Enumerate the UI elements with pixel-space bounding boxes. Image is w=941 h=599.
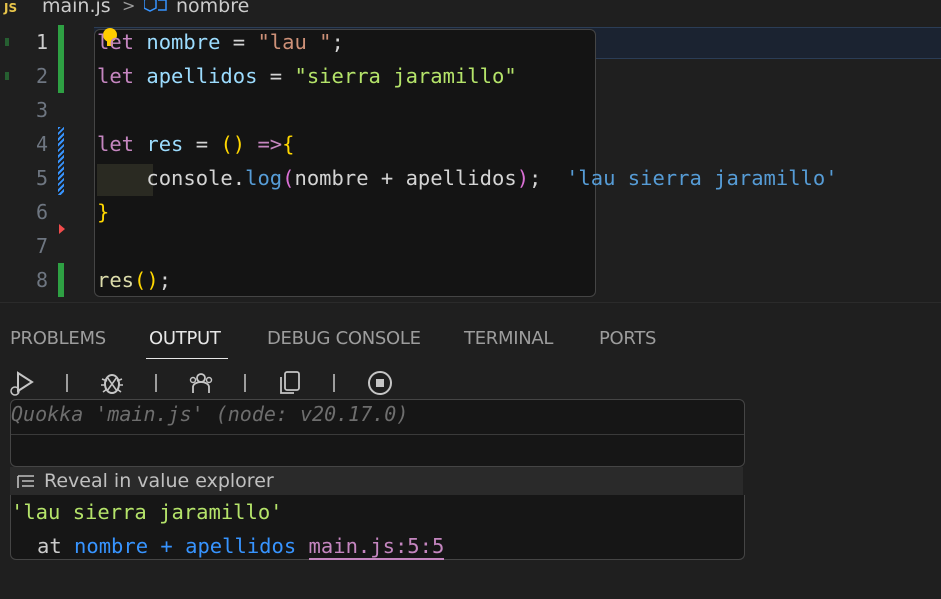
gutter-modified-marker — [58, 25, 64, 59]
tab-debug-console[interactable]: DEBUG CONSOLE — [267, 328, 421, 349]
line-number: 1 — [35, 30, 48, 54]
toolbar-separator — [244, 374, 246, 392]
gutter-modified-marker — [58, 59, 64, 93]
line-number: 4 — [35, 132, 48, 156]
code-editor[interactable]: 1 let nombre = "lau "; 2 let apellidos =… — [0, 22, 941, 302]
line-number: 6 — [35, 200, 48, 224]
gutter-modified-marker — [58, 263, 64, 297]
symbol-variable-icon — [144, 0, 167, 12]
breadcrumb-symbol[interactable]: nombre — [176, 0, 249, 17]
code-text: } — [97, 200, 110, 224]
reveal-label: Reveal in value explorer — [44, 470, 274, 492]
people-icon[interactable] — [187, 369, 215, 397]
run-debug-icon[interactable] — [8, 369, 36, 397]
code-line-2[interactable]: 2 let apellidos = "sierra jaramillo" — [0, 59, 941, 93]
tab-ports[interactable]: PORTS — [599, 328, 656, 349]
debug-icon[interactable] — [98, 369, 126, 397]
code-line-3[interactable]: 3 — [0, 93, 941, 127]
line-number: 8 — [35, 268, 48, 292]
line-number: 2 — [35, 64, 48, 88]
code-text: res(); — [97, 268, 172, 292]
bottom-panel: PROBLEMS OUTPUT DEBUG CONSOLE TERMINAL P… — [0, 302, 941, 599]
breadcrumb-file[interactable]: main.js — [42, 0, 111, 17]
line-number: 3 — [35, 98, 48, 122]
quokka-session-label: Quokka 'main.js' (node: v20.17.0) — [11, 402, 409, 426]
code-text: console.log(nombre + apellidos); 'lau si… — [146, 166, 838, 190]
toolbar-separator — [155, 374, 157, 392]
trace-expression: nombre + apellidos — [74, 534, 297, 558]
toolbar-separator — [333, 374, 335, 392]
quokka-toolbar — [0, 366, 941, 400]
line-number: 5 — [35, 166, 48, 190]
code-line-1[interactable]: 1 let nombre = "lau "; — [0, 25, 941, 59]
breadcrumb-separator: > — [122, 0, 136, 15]
code-line-4[interactable]: 4 let res = () =>{ — [0, 127, 941, 195]
code-line-5[interactable]: 5 console.log(nombre + apellidos); 'lau … — [0, 161, 941, 195]
code-text: let res = () =>{ — [97, 132, 295, 156]
code-text: let nombre = "lau "; — [97, 30, 344, 54]
copy-icon[interactable] — [276, 369, 304, 397]
line-number: 7 — [35, 234, 48, 258]
code-line-8[interactable]: 8 res(); — [0, 263, 941, 297]
tab-output[interactable]: OUTPUT — [149, 328, 221, 349]
code-text: let apellidos = "sierra jaramillo" — [97, 64, 517, 88]
reveal-in-value-explorer[interactable]: Reveal in value explorer — [10, 467, 743, 495]
output-result: 'lau sierra jaramillo' at nombre + apell… — [10, 495, 745, 560]
breadcrumb: JS main.js > nombre — [0, 0, 941, 20]
list-icon — [17, 475, 34, 488]
result-trace: at nombre + apellidos main.js:5:5 — [37, 534, 445, 560]
toolbar-separator — [66, 374, 68, 392]
tab-problems[interactable]: PROBLEMS — [10, 328, 106, 349]
code-line-7[interactable]: 7 — [0, 229, 941, 263]
stop-icon[interactable] — [366, 369, 394, 397]
quokka-output-header: Quokka 'main.js' (node: v20.17.0) — [10, 399, 745, 467]
inline-value: 'lau sierra jaramillo' — [566, 166, 838, 190]
trace-location-link[interactable]: main.js:5:5 — [308, 534, 445, 560]
active-tab-indicator — [146, 358, 228, 359]
result-value: 'lau sierra jaramillo' — [11, 500, 283, 524]
js-file-icon: JS — [4, 1, 18, 15]
code-line-6[interactable]: 6 } — [0, 195, 941, 229]
divider — [11, 434, 744, 435]
tab-terminal[interactable]: TERMINAL — [464, 328, 553, 349]
